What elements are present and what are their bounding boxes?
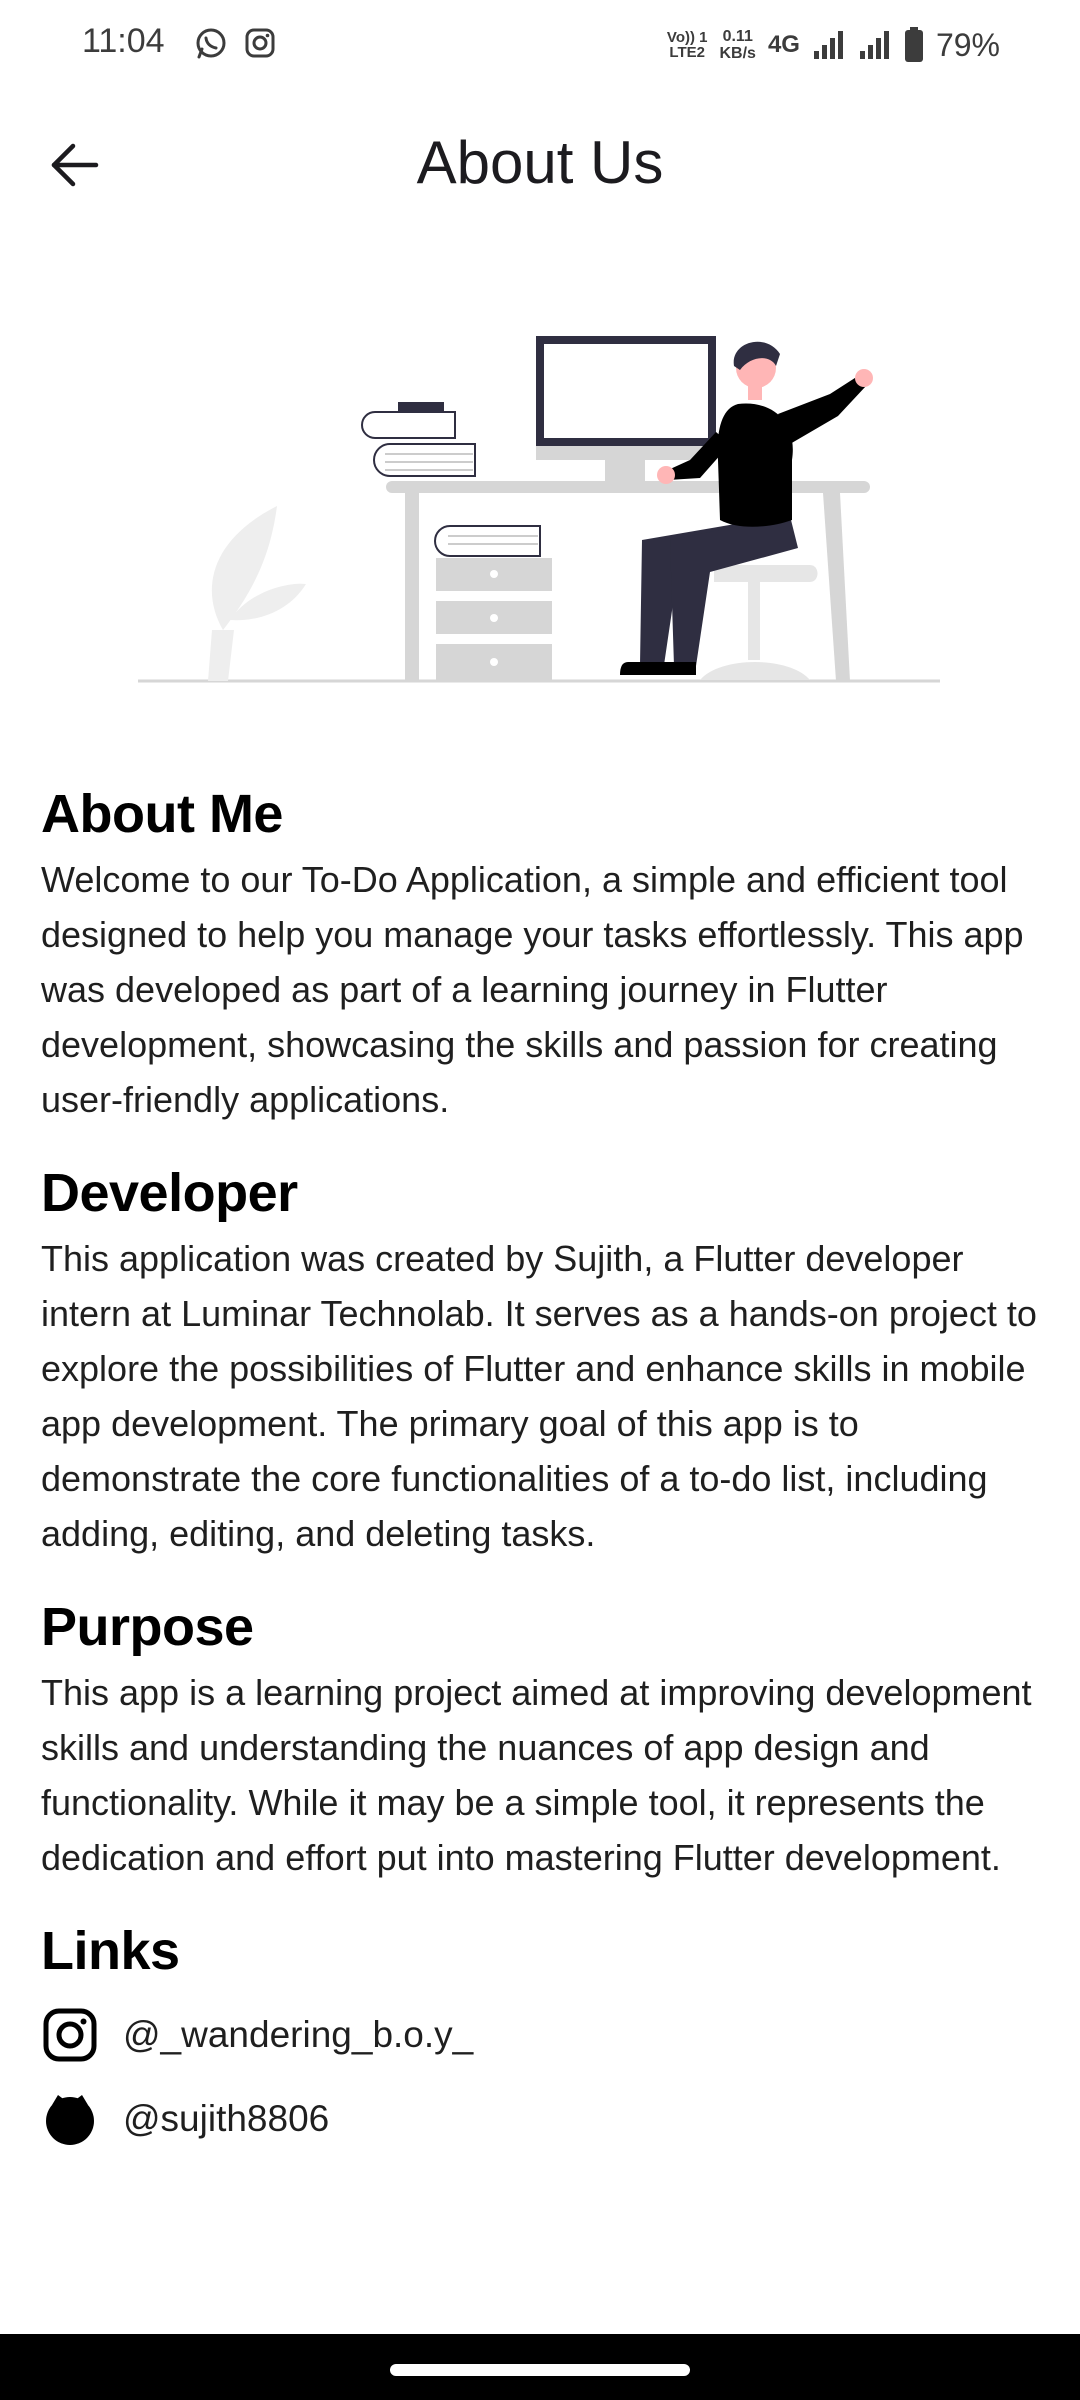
developer-illustration	[138, 336, 940, 683]
developer-text: This application was created by Sujith, …	[41, 1238, 1037, 1554]
developer-heading: Developer	[41, 1163, 298, 1223]
github-link[interactable]: @sujith8806	[41, 2077, 1041, 2161]
instagram-handle: @_wandering_b.o.y_	[123, 2014, 474, 2055]
scroll-area[interactable]: About Me Welcome to our To-Do Applicatio…	[0, 0, 1080, 2306]
purpose-heading: Purpose	[41, 1597, 254, 1657]
instagram-link[interactable]: @_wandering_b.o.y_	[41, 1993, 1041, 2077]
home-indicator[interactable]	[390, 2364, 690, 2376]
github-icon	[41, 2090, 99, 2148]
links-heading: Links	[41, 1921, 180, 1981]
about-content: About Me Welcome to our To-Do Applicatio…	[41, 776, 1041, 2161]
about-me-heading: About Me	[41, 784, 283, 844]
navigation-bar	[0, 2334, 1080, 2400]
purpose-text: This app is a learning project aimed at …	[41, 1672, 1032, 1878]
github-handle: @sujith8806	[123, 2098, 330, 2139]
instagram-icon	[41, 2006, 99, 2064]
about-me-text: Welcome to our To-Do Application, a simp…	[41, 859, 1024, 1120]
